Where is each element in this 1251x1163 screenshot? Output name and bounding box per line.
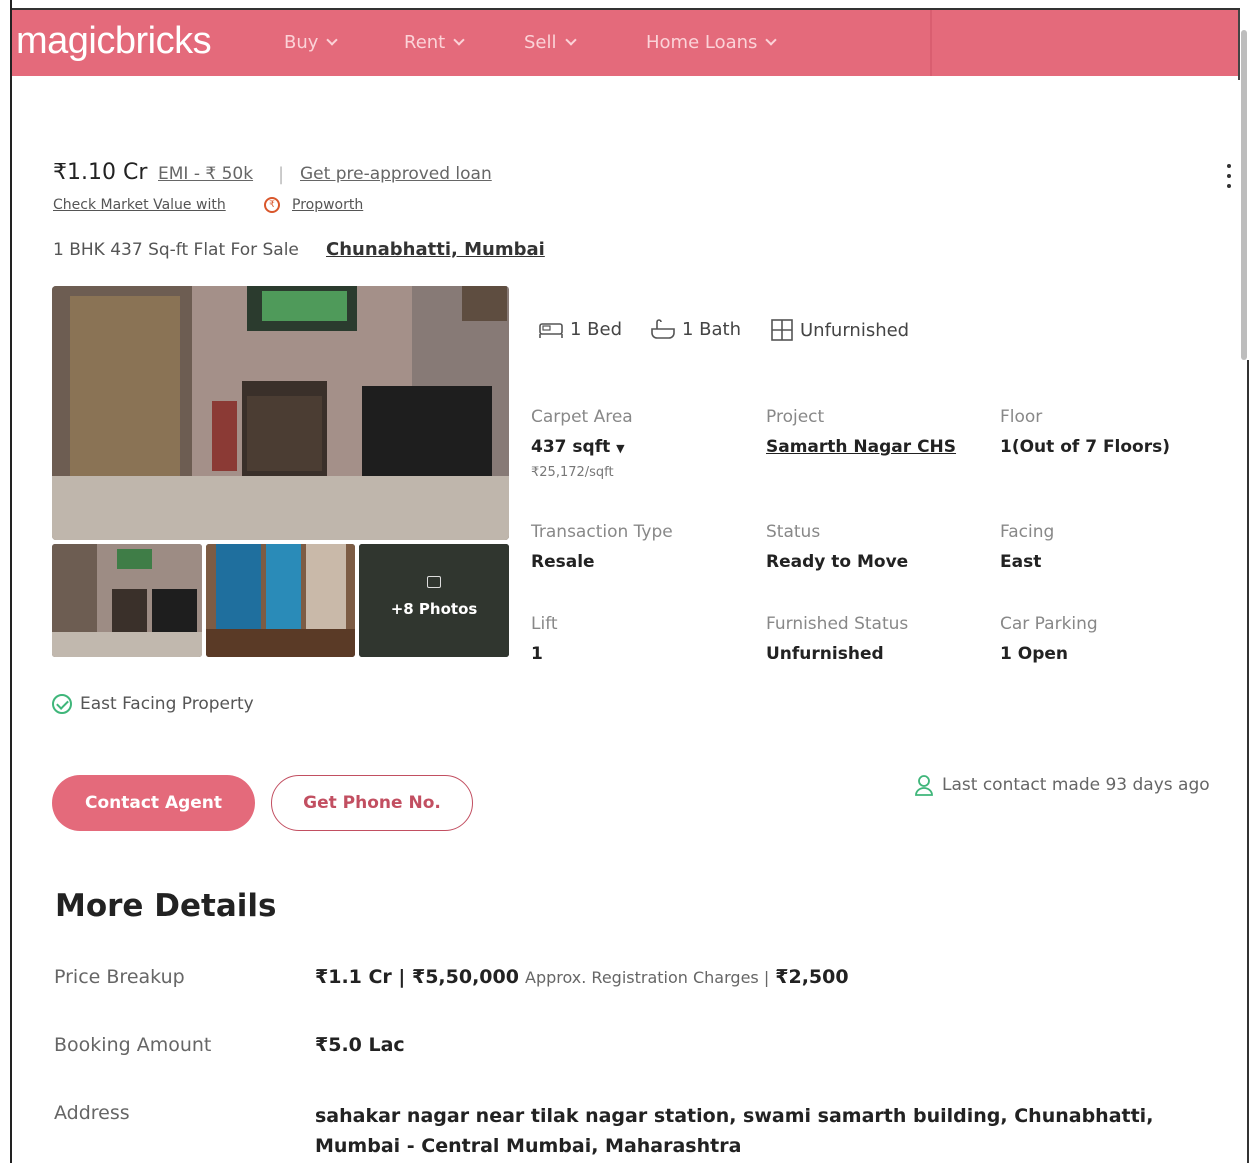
magicbricks-logo[interactable]: magicbricks <box>16 20 212 63</box>
facing-value: East <box>1000 552 1042 572</box>
transaction-type-value: Resale <box>531 552 595 572</box>
booking-amount-value: ₹5.0 Lac <box>315 1034 405 1056</box>
furnished-status-label: Furnished Status <box>766 614 909 634</box>
nav-buy-label: Buy <box>284 32 319 53</box>
contact-agent-button[interactable]: Contact Agent <box>52 775 255 831</box>
emi-link[interactable]: EMI - ₹ 50k <box>158 164 253 184</box>
nav-home-loans[interactable]: Home Loans <box>646 32 778 53</box>
project-link[interactable]: Samarth Nagar CHS <box>766 437 956 457</box>
project-label: Project <box>766 407 825 427</box>
floor-label: Floor <box>1000 407 1043 427</box>
scrollbar[interactable] <box>1241 30 1247 360</box>
carpet-area-value[interactable]: 437 sqft ▼ <box>531 437 625 457</box>
main-property-photo[interactable] <box>52 286 509 540</box>
thumbnail-image <box>52 544 202 657</box>
furnishing-icon <box>771 319 793 341</box>
header-divider <box>930 10 932 76</box>
listing-location-link[interactable]: Chunabhatti, Mumbai <box>326 239 545 260</box>
listing-price: ₹1.10 Cr <box>53 160 148 185</box>
address-value: sahakar nagar near tilak nagar station, … <box>315 1105 1154 1157</box>
listing-title: 1 BHK 437 Sq-ft Flat For Sale <box>53 240 299 260</box>
price-per-sqft: ₹25,172/sqft <box>531 465 614 480</box>
more-details-title: More Details <box>55 888 277 924</box>
last-contact-info: Last contact made 93 days ago <box>914 774 1210 796</box>
carpet-area-label: Carpet Area <box>531 407 633 427</box>
check-circle-icon <box>52 694 72 714</box>
facing-label: Facing <box>1000 522 1055 542</box>
chevron-down-icon <box>564 34 577 46</box>
site-header: magicbricks Buy Rent Sell Home Loans <box>12 10 1238 76</box>
chevron-down-icon <box>326 34 339 46</box>
feature-furnishing-label: Unfurnished <box>800 319 910 341</box>
more-photos-thumbnail[interactable]: +8 Photos <box>359 544 509 657</box>
more-photos-overlay: +8 Photos <box>359 544 509 657</box>
chevron-down-icon <box>453 34 465 46</box>
pre-approved-loan-link[interactable]: Get pre-approved loan <box>300 164 492 184</box>
status-value: Ready to Move <box>766 552 909 572</box>
check-market-value-link[interactable]: Check Market Value with <box>53 197 226 213</box>
car-parking-value: 1 Open <box>1000 644 1068 664</box>
price-breakup-value: ₹1.1 Cr | ₹5,50,000 Approx. Registration… <box>315 966 849 988</box>
more-photos-label: +8 Photos <box>390 600 478 618</box>
car-parking-label: Car Parking <box>1000 614 1098 634</box>
chevron-down-icon <box>765 34 778 46</box>
booking-amount-label: Booking Amount <box>54 1034 212 1056</box>
nav-home-loans-label: Home Loans <box>646 32 758 53</box>
get-phone-button[interactable]: Get Phone No. <box>271 775 473 831</box>
furnished-status-value: Unfurnished <box>766 644 884 664</box>
nav-sell-label: Sell <box>524 32 557 53</box>
propworth-icon: ₹ <box>264 197 280 213</box>
lift-value: 1 <box>531 644 543 664</box>
more-options-icon[interactable] <box>1226 162 1232 190</box>
thumbnail-image <box>206 544 355 657</box>
frame-right-border <box>1238 10 1240 80</box>
nav-rent-label: Rent <box>404 32 446 53</box>
carpet-area-value-text: 437 sqft <box>531 437 611 457</box>
transaction-type-label: Transaction Type <box>531 522 673 542</box>
gallery-icon <box>427 576 441 588</box>
price-separator: | <box>278 164 285 185</box>
nav-rent[interactable]: Rent <box>404 32 465 53</box>
nav-buy[interactable]: Buy <box>284 32 339 53</box>
lift-label: Lift <box>531 614 558 634</box>
photo-thumbnail[interactable] <box>206 544 355 657</box>
feature-bed: 1 Bed <box>538 318 622 340</box>
room-photo-image <box>52 286 509 540</box>
registration-charges-note: Approx. Registration Charges | <box>525 968 770 987</box>
feature-bath: 1 Bath <box>650 318 741 340</box>
highlight-text: East Facing Property <box>80 694 254 714</box>
frame-left-border <box>10 0 12 1163</box>
bed-icon <box>539 323 563 338</box>
price-breakup-amount: ₹1.1 Cr | ₹5,50,000 <box>315 966 519 988</box>
last-contact-text: Last contact made 93 days ago <box>942 775 1210 795</box>
photo-thumbnail[interactable] <box>52 544 202 657</box>
caret-down-icon: ▼ <box>616 442 625 455</box>
feature-furnishing: Unfurnished <box>770 318 909 342</box>
price-breakup-label: Price Breakup <box>54 966 185 988</box>
nav-sell[interactable]: Sell <box>524 32 577 53</box>
registration-charges-amount: ₹2,500 <box>775 966 849 988</box>
propworth-link[interactable]: Propworth <box>292 197 363 213</box>
address-label: Address <box>54 1102 130 1124</box>
feature-bath-label: 1 Bath <box>682 318 742 340</box>
bath-icon <box>651 319 675 339</box>
frame-right-edge <box>1247 360 1249 1163</box>
person-icon <box>915 775 933 796</box>
highlight-badge: East Facing Property <box>52 694 254 714</box>
feature-bed-label: 1 Bed <box>570 318 623 340</box>
status-label: Status <box>766 522 821 542</box>
floor-value: 1(Out of 7 Floors) <box>1000 437 1171 457</box>
